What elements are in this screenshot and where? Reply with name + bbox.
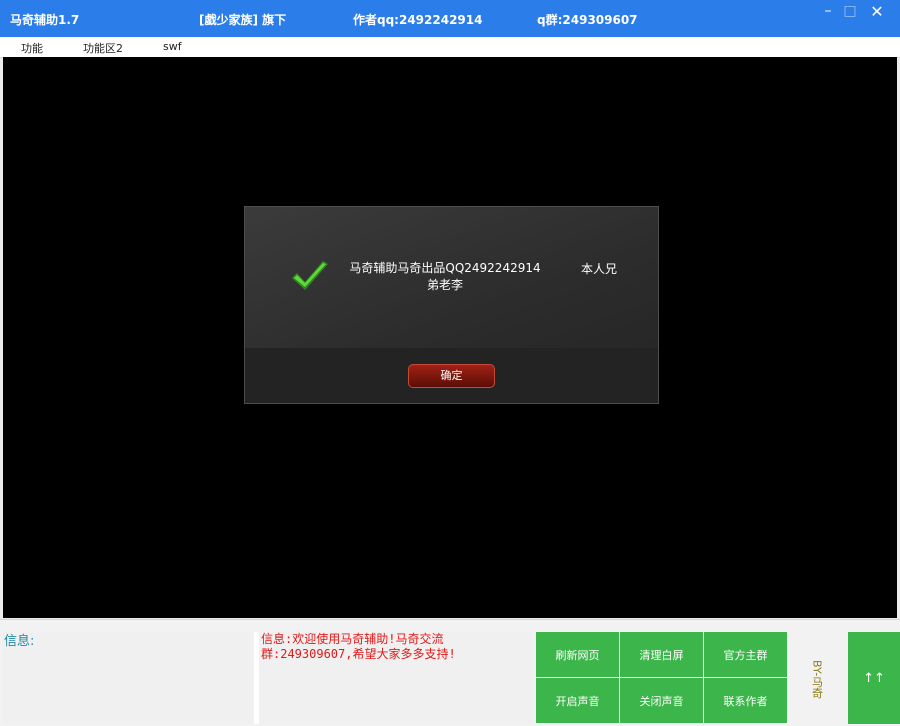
checkmark-icon	[292, 261, 328, 290]
author-qq: 作者qq:2492242914	[353, 13, 483, 27]
bottom-panel: 信息: 信息:欢迎使用马奇辅助!马奇交流群:249309607,希望大家多多支持…	[0, 619, 900, 726]
minimize-icon[interactable]: –	[818, 2, 838, 20]
message-dialog: 马奇辅助马奇出品QQ2492242914 弟老李 本人兄 确定	[244, 206, 659, 404]
maximize-icon: □	[843, 3, 857, 19]
enable-sound-button[interactable]: 开启声音	[536, 678, 619, 723]
clan-label: [戯少家族] 旗下	[199, 13, 287, 27]
title-bar: 马奇辅助1.7 [戯少家族] 旗下 作者qq:2492242914 q群:249…	[0, 0, 900, 37]
info-panel	[3, 632, 253, 724]
welcome-message: 信息:欢迎使用马奇辅助!马奇交流群:249309607,希望大家多多支持!	[261, 632, 456, 661]
disable-sound-button[interactable]: 关闭声音	[620, 678, 703, 723]
scroll-up-button[interactable]: ↑↑	[848, 632, 900, 724]
dialog-body: 马奇辅助马奇出品QQ2492242914 弟老李 本人兄	[245, 207, 658, 348]
window-controls: – □ ✕	[818, 2, 892, 21]
qq-group: q群:249309607	[537, 13, 638, 27]
window-title: 马奇辅助1.7	[10, 13, 80, 27]
close-icon[interactable]: ✕	[862, 2, 892, 21]
dialog-side-text: 本人兄	[581, 262, 618, 276]
by-credit: BY-马奇	[788, 632, 846, 724]
menu-item-swf[interactable]: swf	[163, 40, 182, 53]
official-group-button[interactable]: 官方主群	[704, 632, 787, 677]
clear-white-screen-button[interactable]: 清理白屏	[620, 632, 703, 677]
menu-item-function[interactable]: 功能	[21, 40, 43, 56]
message-panel: 信息:欢迎使用马奇辅助!马奇交流群:249309607,希望大家多多支持!	[259, 632, 532, 724]
menu-item-function-area-2[interactable]: 功能区2	[83, 40, 123, 56]
ok-button[interactable]: 确定	[408, 364, 495, 388]
info-label: 信息:	[4, 634, 35, 649]
menu-bar: 功能 功能区2 swf	[0, 37, 900, 58]
action-button-grid: 刷新网页 清理白屏 官方主群 开启声音 关闭声音 联系作者	[536, 632, 787, 723]
refresh-page-button[interactable]: 刷新网页	[536, 632, 619, 677]
by-credit-text: BY-马奇	[810, 659, 824, 699]
contact-author-button[interactable]: 联系作者	[704, 678, 787, 723]
dialog-message: 马奇辅助马奇出品QQ2492242914 弟老李	[349, 261, 541, 292]
